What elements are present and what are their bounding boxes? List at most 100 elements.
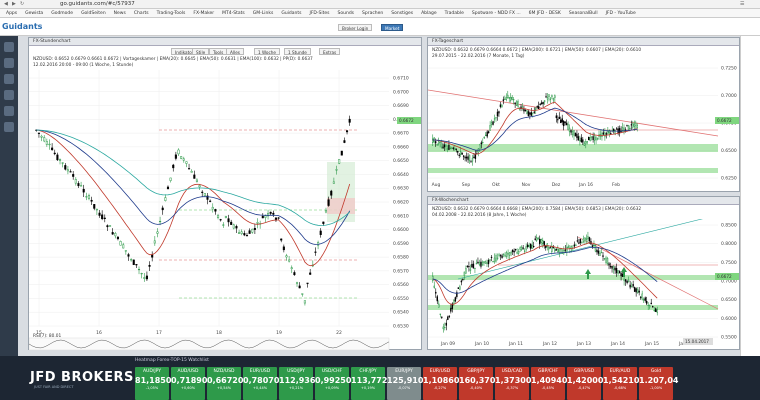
bookmark-item[interactable]: Sounds [338,11,355,16]
bookmark-item[interactable]: GoldSeiten [81,11,106,16]
forward-icon[interactable]: ▶ [12,1,16,7]
hourly-chart-canvas[interactable]: 0.67100.67000.66900.66800.66700.66600.66… [29,70,423,351]
candle-body [575,244,577,246]
bookmark-item[interactable]: News [114,11,126,16]
bookmark-item[interactable]: MT4-Stats [222,11,245,16]
bookmark-item[interactable]: Sonstiges [391,11,413,16]
bookmark-item[interactable]: Apps [6,11,17,16]
bookmark-item[interactable]: FX-Maker [193,11,214,16]
range-select[interactable]: 1 Woche [254,48,280,55]
candle-body [642,299,645,301]
bookmark-item[interactable]: Sprachen [362,11,383,16]
gear-icon[interactable] [4,106,14,116]
candle-body [114,233,117,237]
candle-body [516,251,518,254]
bookmark-item[interactable]: Ablage [421,11,437,16]
watchlist-tile[interactable]: EUR/JPY 125,91000 -0,07% [387,367,435,400]
market-button[interactable]: Market [381,24,404,31]
watchlist-tile[interactable]: GBP/USD 1,42000 -0,47% [567,367,603,400]
folder-icon[interactable] [4,122,14,132]
watchlist-tile[interactable]: GBP/CHF 1,40940 -0,45% [531,367,567,400]
interval-select[interactable]: 1 Stunde [284,48,311,55]
bookmark-item[interactable]: 6M JFD - DESK [529,11,561,16]
watchlist-tile[interactable]: EUR/USD 1,10860 -0,27% [423,367,459,400]
candle-body [567,246,570,249]
tile-price: 125,91000 [387,376,435,385]
bookmark-item[interactable]: Charts [134,11,149,16]
watchlist-tile[interactable]: EUR/AUD 1,54210 -0,68% [603,367,639,400]
search-icon[interactable] [4,74,14,84]
candle-body [251,228,254,233]
candle-body [601,132,603,137]
candle-body [467,156,469,160]
candle-body [552,247,554,249]
x-tick-label: Jan 16 [578,182,593,188]
watchlist-tile[interactable]: EUR/USD 0,78070 +0,44% [243,367,279,400]
tile-symbol: USD/CHF [321,369,343,374]
candle-body [465,268,467,274]
watchlist-tile[interactable]: USD/CHF 0,99250 +0,09% [315,367,351,400]
candle-body [98,212,101,216]
styles-button[interactable]: Stile [192,48,210,55]
candle-body [122,244,125,249]
watchlist-tile[interactable]: AUD/JPY 81,18500 -1,05% [135,367,177,400]
bookmark-item[interactable]: Gewista [25,11,43,16]
candle-body [626,125,628,127]
tile-symbol: Gold [650,369,662,374]
candle-body [579,140,581,142]
candle-body [446,148,449,150]
watchlist-tile[interactable]: NZD/USD 0,66720 +0,54% [207,367,243,400]
back-icon[interactable]: ◀ [4,1,8,7]
tile-change: -0,40% [469,386,483,390]
candle-body [489,125,491,131]
candle-body [573,130,575,136]
watchlist-tile[interactable]: AUD/USD 0,71890 +0,60% [171,367,207,400]
candle-body [525,246,527,250]
candle-body [512,99,515,101]
rsi-label: RSI(7): 80.01 [33,334,62,339]
watchlist-tile[interactable]: USD/CAD 1,37300 -0,37% [495,367,531,400]
url-field[interactable]: go.guidants.com/#c/57937 [60,1,135,7]
watchlist-tile[interactable]: Gold 1.207,04 -1,00% [639,367,678,400]
menu-icon[interactable]: ☰ [740,1,744,7]
candle-body [517,251,520,254]
left-sidebar [0,36,18,356]
tools-button[interactable]: Tools [209,48,228,55]
y-tick-label: 0.6630 [393,186,409,192]
x-tick-label: Jan 14 [610,341,625,347]
candle-body [621,127,624,131]
bookmark-item[interactable]: JFD - YouTube [606,11,636,16]
watchlist-tile[interactable]: USD/JPY 112,93600 +0,21% [279,367,327,400]
candle-body [454,148,456,151]
candle-body [227,218,230,223]
bookmark-item[interactable]: Godmode [51,11,73,16]
bookmark-item[interactable]: Tradable [445,11,464,16]
extras-button[interactable]: Extras [319,48,341,55]
star-icon[interactable] [4,90,14,100]
bookmark-item[interactable]: Spotware - NDD FX ... [472,11,521,16]
candle-body [537,238,539,240]
candle-body [504,98,506,100]
chart-icon[interactable] [4,58,14,68]
user-icon[interactable] [4,42,14,52]
tile-symbol: GBP/USD [573,369,595,374]
weekly-chart-canvas[interactable]: 0.85000.80000.75000.70000.65000.60000.55… [428,219,741,351]
bookmark-item[interactable]: Guidants [281,11,301,16]
bookmark-item[interactable]: SeasonalBull [569,11,598,16]
bookmark-item[interactable]: GM-Links [253,11,274,16]
tile-change: +0,21% [288,386,304,390]
bookmark-item[interactable]: Trading-Tools [157,11,186,16]
candle-body [77,183,80,187]
broker-login-button[interactable]: Broker Login [338,24,373,31]
bookmark-item[interactable]: JFD-Sites [310,11,330,16]
reload-icon[interactable]: ↻ [20,1,24,7]
watchlist-tile[interactable]: CHF/JPY 113,77200 +0,19% [351,367,399,400]
all-button[interactable]: Alles [226,48,244,55]
candle-body [617,270,619,274]
watchlist-tile[interactable]: GBP/JPY 160,37000 -0,40% [459,367,507,400]
candle-body [588,136,590,141]
candle-body [533,111,535,113]
tile-symbol: AUD/USD [177,369,199,374]
daily-chart-canvas[interactable]: 0.72500.70000.67500.65000.6250Aug Sep Okt N… [428,60,741,193]
candle-body [611,266,613,269]
